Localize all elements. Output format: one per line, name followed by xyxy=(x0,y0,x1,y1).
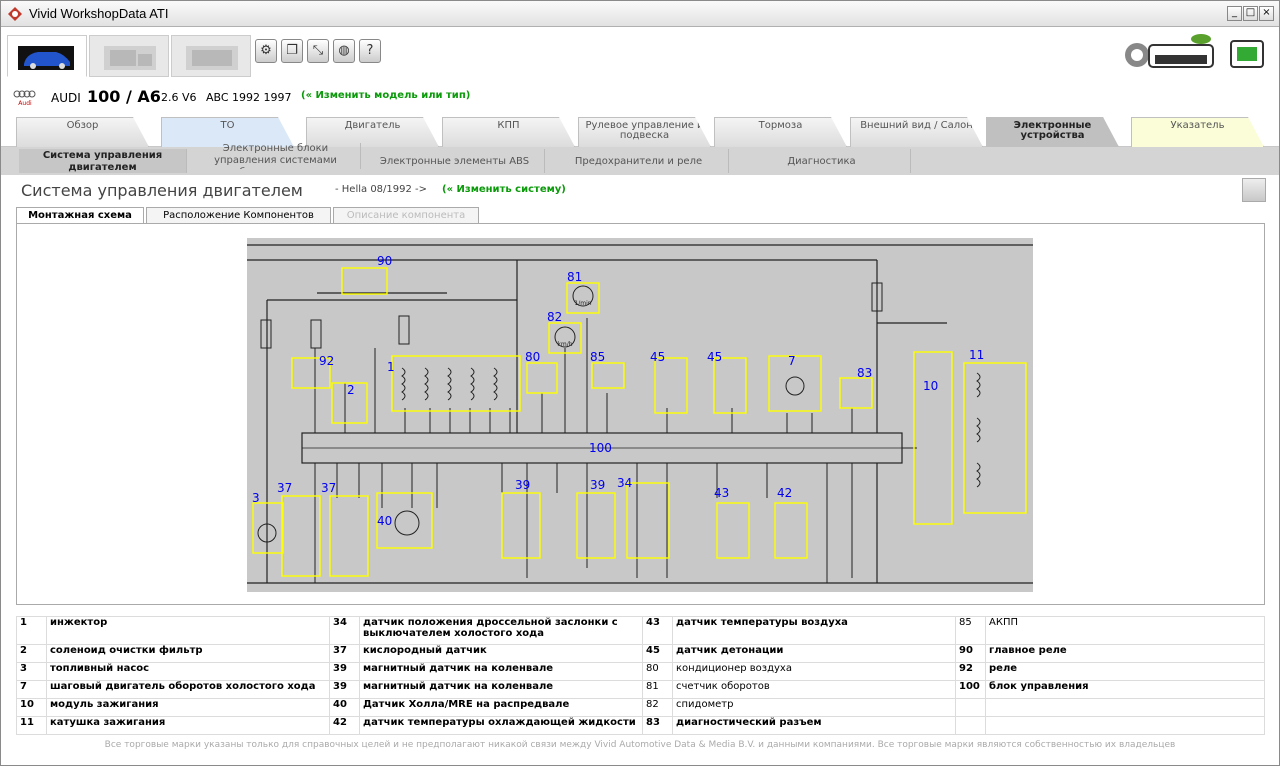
label-2: 2 xyxy=(347,383,355,397)
label-37b: 37 xyxy=(321,481,336,495)
tab-steering[interactable]: Рулевое управление и подвеска xyxy=(578,117,711,147)
legend-row: 2 соленоид очистки фильтр 37 кислородный д… xyxy=(16,644,1265,663)
label-85: 85 xyxy=(590,350,605,364)
subtab-fuses[interactable]: Предохранители и реле xyxy=(549,149,729,173)
sub-tabs: Система управления двигателем Электронны… xyxy=(1,143,1279,175)
legend-row: 1 инжектор 34 датчик положения дроссельной… xyxy=(16,616,1265,645)
legend-row: 3 топливный насос 39 магнитный датчик на к… xyxy=(16,662,1265,681)
truck-data-logo xyxy=(1125,34,1264,68)
label-7: 7 xyxy=(788,354,796,368)
truck-icon xyxy=(104,46,156,70)
tab-wiring-diagram[interactable]: Монтажная схема xyxy=(16,207,144,224)
legend-row: 7 шаговый двигатель оборотов холостого хо… xyxy=(16,680,1265,699)
label-82: 82 xyxy=(547,310,562,324)
subtab-engine-management[interactable]: Система управления двигателем xyxy=(19,149,187,173)
minimize-button[interactable]: _ xyxy=(1227,6,1242,21)
print-icon[interactable] xyxy=(1242,178,1266,202)
svg-text:Audi: Audi xyxy=(18,100,32,107)
title-bar: Vivid WorkshopData ATI _ □ × xyxy=(1,1,1279,27)
system-version: - Hella 08/1992 -> xyxy=(335,184,428,195)
label-37a: 37 xyxy=(277,481,292,495)
tab-overview[interactable]: Обзор xyxy=(16,117,149,147)
label-42: 42 xyxy=(777,486,792,500)
wiring-diagram[interactable]: 1/min km/h 90 92 2 1 80 81 82 85 45 45 7… xyxy=(247,238,1033,592)
label-80: 80 xyxy=(525,350,540,364)
label-81: 81 xyxy=(567,270,582,284)
label-1: 1 xyxy=(387,360,395,374)
label-90: 90 xyxy=(377,254,392,268)
label-45b: 45 xyxy=(707,350,722,364)
label-39b: 39 xyxy=(590,478,605,492)
subtab-safety-ecus[interactable]: Электронные блоки управления системами б… xyxy=(191,143,361,169)
label-43: 43 xyxy=(714,486,729,500)
tab-index[interactable]: Указатель xyxy=(1131,117,1264,147)
car-icon xyxy=(18,46,74,70)
label-40: 40 xyxy=(377,514,392,528)
audi-logo: Audi xyxy=(13,90,36,107)
legend-row: 10 модуль зажигания 40 Датчик Холла/MRE на… xyxy=(16,698,1265,717)
label-39a: 39 xyxy=(515,478,530,492)
app-window: Vivid WorkshopData ATI _ □ × ⚙ ❐ ⤡ ◍ ? A… xyxy=(0,0,1280,766)
help-icon[interactable]: ? xyxy=(359,39,381,63)
subtab-abs[interactable]: Электронные элементы ABS xyxy=(365,149,545,173)
legend-row: 11 катушка зажигания 42 датчик температуры… xyxy=(16,716,1265,735)
tab-component-description[interactable]: Описание компонента xyxy=(333,207,479,224)
label-45a: 45 xyxy=(650,350,665,364)
engine: 2.6 V6 xyxy=(161,91,197,104)
model: 100 / A6 xyxy=(87,87,161,106)
label-92: 92 xyxy=(319,354,334,368)
engine-code-years: ABC 1992 1997 xyxy=(206,91,292,104)
truck-tab[interactable] xyxy=(89,35,169,77)
change-model-link[interactable]: (« Изменить модель или тип) xyxy=(301,90,470,101)
footer-disclaimer: Все торговые марки указаны только для сп… xyxy=(104,740,1176,750)
svg-text:1/min: 1/min xyxy=(574,300,591,307)
close-button[interactable]: × xyxy=(1259,6,1274,21)
window-title: Vivid WorkshopData ATI xyxy=(29,6,169,21)
van-tab[interactable] xyxy=(171,35,251,77)
make: AUDI xyxy=(51,91,81,105)
tool-2-icon[interactable]: ❐ xyxy=(281,39,303,63)
tab-electronics[interactable]: Электронные устройства xyxy=(986,117,1119,147)
maximize-button[interactable]: □ xyxy=(1243,6,1258,21)
label-3: 3 xyxy=(252,491,260,505)
subtab-diagnostics[interactable]: Диагностика xyxy=(733,149,911,173)
tab-gearbox[interactable]: КПП xyxy=(442,117,575,147)
toolbar: ⚙ ❐ ⤡ ◍ ? xyxy=(1,27,1279,81)
tab-body[interactable]: Внешний вид / Салон xyxy=(850,117,983,147)
label-83: 83 xyxy=(857,366,872,380)
app-icon xyxy=(8,7,22,21)
tool-3-icon[interactable]: ⤡ xyxy=(307,39,329,63)
van-icon xyxy=(186,46,238,70)
system-title: Система управления двигателем xyxy=(21,181,303,200)
diagram-panel: 1/min km/h 90 92 2 1 80 81 82 85 45 45 7… xyxy=(16,223,1265,605)
tab-brakes[interactable]: Тормоза xyxy=(714,117,847,147)
vehicle-header: Audi AUDI 100 / A6 2.6 V6 ABC 1992 1997 … xyxy=(1,83,1279,113)
label-100: 100 xyxy=(589,441,612,455)
tool-1-icon[interactable]: ⚙ xyxy=(255,39,277,63)
label-34: 34 xyxy=(617,476,632,490)
label-11: 11 xyxy=(969,348,984,362)
component-legend: 1 инжектор 34 датчик положения дроссельной… xyxy=(16,616,1265,735)
label-10: 10 xyxy=(923,379,938,393)
change-system-link[interactable]: (« Изменить систему) xyxy=(442,184,566,195)
tab-component-location[interactable]: Расположение Компонентов xyxy=(146,207,331,224)
svg-text:km/h: km/h xyxy=(557,341,572,348)
globe-icon[interactable]: ◍ xyxy=(333,39,355,63)
car-tab[interactable] xyxy=(7,35,87,77)
